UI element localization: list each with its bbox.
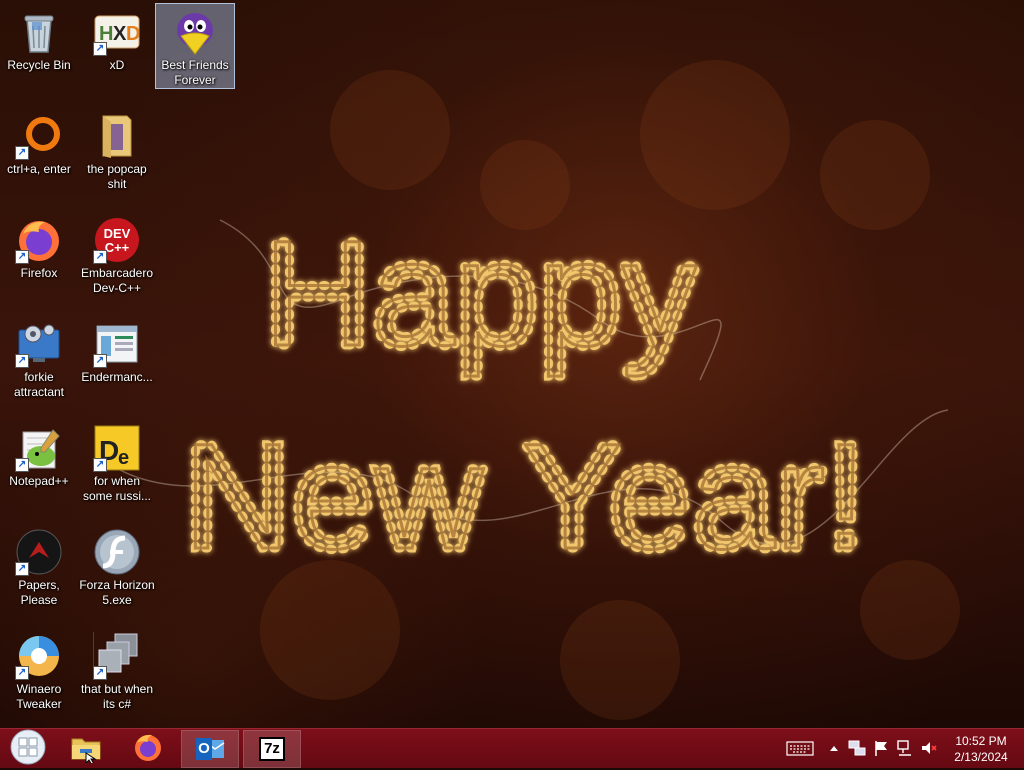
chevron-up-icon[interactable] [825, 739, 843, 757]
recycle-bin-icon [15, 8, 63, 56]
de-app-icon: D e ↗ [93, 424, 141, 472]
winaero-tweaker-icon: ↗ [15, 632, 63, 680]
desktop-icon-forza-horizon-5[interactable]: Forza Horizon 5.exe [78, 524, 156, 608]
window-app-icon: ↗ [93, 320, 141, 368]
shortcut-arrow-icon: ↗ [15, 562, 29, 576]
flash-player-icon [93, 528, 141, 576]
desktop-icon-label: for when some russi... [82, 474, 151, 503]
desktop-icon-label: Endermanc... [81, 370, 153, 384]
svg-text:DEV: DEV [104, 226, 131, 241]
desktop-icon-xd[interactable]: H X D ↗ xD [78, 4, 156, 88]
desktop-icon-label: xD [109, 58, 125, 72]
clock-time: 10:52 PM [955, 734, 1007, 748]
notepad-plus-plus-icon: ↗ [15, 424, 63, 472]
desktop-icon-best-friends-forever[interactable]: Best Friends Forever [155, 3, 235, 89]
desktop-icon-for-when-some-russi[interactable]: D e ↗ for when some russi... [78, 420, 156, 504]
desktop-icon-label: Papers, Please [18, 578, 60, 607]
desktop-icon-firefox[interactable]: ↗ Firefox [0, 212, 78, 296]
desktop-icon-label: the popcap shit [87, 162, 147, 191]
desktop-icon-papers-please[interactable]: ↗ Papers, Please [0, 524, 78, 608]
shortcut-arrow-icon: ↗ [93, 354, 107, 368]
purple-bird-icon [171, 8, 219, 56]
desktop-icon-ctrl-a-enter[interactable]: ↗ ctrl+a, enter [0, 108, 78, 192]
system-clock[interactable]: 10:52 PM 2/13/2024 [940, 733, 1022, 765]
desktop-icon-embarcadero-dev-cpp[interactable]: DEV C++ ↗ Embarcadero Dev-C++ [78, 212, 156, 296]
greeting-line-1-core: Happy [263, 209, 697, 377]
7zip-icon: 7z [259, 737, 285, 761]
taskbar: O 7z 10:52 PM 2/13/2024 [0, 728, 1024, 768]
desktop-icon-notepad-plus-plus[interactable]: ↗ Notepad++ [0, 420, 78, 504]
desktop-icon-label: ctrl+a, enter [7, 162, 71, 176]
shortcut-arrow-icon: ↗ [15, 146, 29, 160]
dev-cpp-icon: DEV C++ ↗ [93, 216, 141, 264]
desktop-icon-that-but-when-its-csharp[interactable]: ↗ that but when its c# [68, 620, 156, 712]
keyboard-icon[interactable] [786, 739, 814, 757]
volume-muted-icon[interactable] [920, 739, 938, 757]
file-explorer-icon [68, 731, 104, 768]
desktop-icon-label: Winaero Tweaker [16, 682, 62, 711]
svg-text:e: e [118, 447, 129, 469]
settings-monitor-icon: ↗ [15, 320, 63, 368]
desktop-icon-winaero-tweaker[interactable]: ↗ Winaero Tweaker [0, 628, 78, 712]
papers-please-icon: ↗ [15, 528, 63, 576]
shortcut-arrow-icon: ↗ [93, 666, 107, 680]
firefox-icon [132, 731, 164, 768]
greeting-line-2-core: New Year! [183, 412, 867, 580]
outlook-button[interactable]: O [181, 730, 239, 768]
hxd-hex-editor-icon: H X D ↗ [93, 8, 141, 56]
flag-icon[interactable] [872, 739, 890, 757]
firefox-icon: ↗ [15, 216, 63, 264]
windows-logo-icon [10, 729, 46, 770]
file-explorer-button[interactable] [58, 731, 114, 767]
desktop-icon-label: Notepad++ [9, 474, 69, 488]
orange-ring-icon: ↗ [15, 112, 63, 160]
svg-text:X: X [113, 23, 127, 45]
clock-date: 2/13/2024 [954, 750, 1008, 764]
desktop-icon-recycle-bin[interactable]: Recycle Bin [0, 4, 78, 88]
desktop-icon-label: Recycle Bin [7, 58, 71, 72]
desktop-icon-label: Forza Horizon 5.exe [79, 578, 155, 607]
desktop-icon-label: Best Friends Forever [161, 58, 229, 87]
firefox-button[interactable] [120, 731, 176, 767]
shortcut-arrow-icon: ↗ [93, 458, 107, 472]
desktop-icon-label: forkie attractant [13, 370, 65, 399]
outlook-icon: O [195, 736, 225, 762]
shortcut-arrow-icon: ↗ [93, 250, 107, 264]
outlook-letter: O [198, 740, 210, 757]
shortcut-arrow-icon: ↗ [15, 250, 29, 264]
start-button[interactable] [0, 729, 56, 770]
desktop-icon-label: Firefox [20, 266, 58, 280]
desktop-icon-label: that but when its c# [80, 682, 154, 711]
shortcut-arrow-icon: ↗ [15, 666, 29, 680]
desktop-icon-forkie-attractant[interactable]: ↗ forkie attractant [0, 316, 78, 400]
shortcut-arrow-icon: ↗ [15, 354, 29, 368]
network-share-icon[interactable] [848, 739, 866, 757]
svg-text:D: D [126, 23, 140, 45]
shortcut-arrow-icon: ↗ [93, 42, 107, 56]
7zip-button[interactable]: 7z [243, 730, 301, 768]
network-icon[interactable] [896, 739, 914, 757]
desktop-icon-the-popcap-shit[interactable]: the popcap shit [78, 108, 156, 192]
stacked-windows-icon: ↗ [68, 620, 144, 680]
shortcut-arrow-icon: ↗ [15, 458, 29, 472]
folder-icon [93, 112, 141, 160]
desktop-icon-endermanc[interactable]: ↗ Endermanc... [78, 316, 156, 400]
desktop-icon-label: Embarcadero Dev-C++ [80, 266, 154, 295]
svg-text:C++: C++ [105, 240, 130, 255]
